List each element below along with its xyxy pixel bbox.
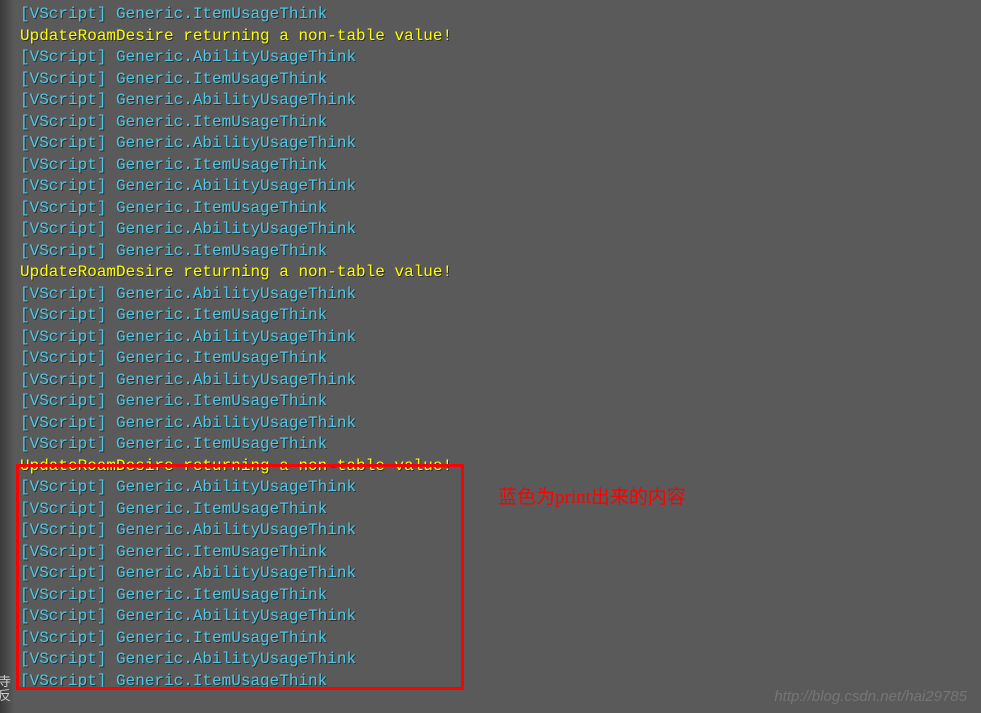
console-line: [VScript] Generic.AbilityUsageThink <box>20 606 981 628</box>
console-line: [VScript] Generic.AbilityUsageThink <box>20 370 981 392</box>
console-line: [VScript] Generic.ItemUsageThink <box>20 585 981 607</box>
console-output[interactable]: [VScript] Generic.ItemUsageThinkUpdateRo… <box>0 0 981 692</box>
console-line: [VScript] Generic.ItemUsageThink <box>20 348 981 370</box>
console-line: [VScript] Generic.AbilityUsageThink <box>20 520 981 542</box>
console-line: [VScript] Generic.ItemUsageThink <box>20 241 981 263</box>
console-line: [VScript] Generic.ItemUsageThink <box>20 69 981 91</box>
console-line: [VScript] Generic.ItemUsageThink <box>20 4 981 26</box>
console-line: [VScript] Generic.AbilityUsageThink <box>20 219 981 241</box>
console-line: [VScript] Generic.AbilityUsageThink <box>20 563 981 585</box>
console-line: [VScript] Generic.AbilityUsageThink <box>20 284 981 306</box>
console-line: [VScript] Generic.AbilityUsageThink <box>20 413 981 435</box>
console-line: UpdateRoamDesire returning a non-table v… <box>20 456 981 478</box>
console-line: [VScript] Generic.ItemUsageThink <box>20 628 981 650</box>
console-line: [VScript] Generic.AbilityUsageThink <box>20 133 981 155</box>
console-line: [VScript] Generic.ItemUsageThink <box>20 155 981 177</box>
console-line: [VScript] Generic.AbilityUsageThink <box>20 90 981 112</box>
console-line: [VScript] Generic.AbilityUsageThink <box>20 327 981 349</box>
watermark-text: http://blog.csdn.net/hai29785 <box>774 686 967 708</box>
console-line: [VScript] Generic.AbilityUsageThink <box>20 649 981 671</box>
console-line: [VScript] Generic.AbilityUsageThink <box>20 176 981 198</box>
console-line: [VScript] Generic.AbilityUsageThink <box>20 47 981 69</box>
console-line: UpdateRoamDesire returning a non-table v… <box>20 26 981 48</box>
console-line: UpdateRoamDesire returning a non-table v… <box>20 262 981 284</box>
console-line: [VScript] Generic.ItemUsageThink <box>20 434 981 456</box>
annotation-text: 蓝色为print出来的内容 <box>498 487 686 509</box>
console-line: [VScript] Generic.ItemUsageThink <box>20 542 981 564</box>
console-line: [VScript] Generic.ItemUsageThink <box>20 198 981 220</box>
console-line: [VScript] Generic.ItemUsageThink <box>20 305 981 327</box>
console-line: [VScript] Generic.ItemUsageThink <box>20 391 981 413</box>
console-line: [VScript] Generic.ItemUsageThink <box>20 112 981 134</box>
